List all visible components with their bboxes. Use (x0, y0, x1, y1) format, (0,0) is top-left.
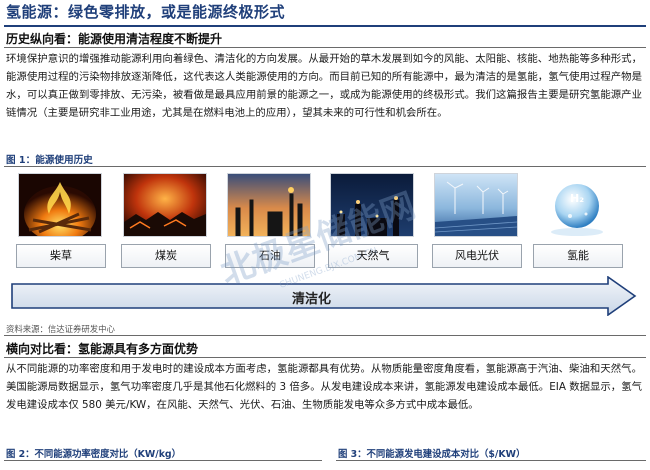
title-rule (4, 25, 646, 27)
watermark-logo: 北极星储能网 CHUNENG.BJX.COM.CN (215, 186, 420, 293)
figure2-rule (4, 460, 322, 461)
section1-heading: 历史纵向看：能源使用清洁程度不断提升 (6, 32, 223, 46)
section2-paragraph: 从不同能源的功率密度和用于发电时的建设成本方面考虑，氢能源都具有优势。从物质能量… (6, 363, 642, 411)
hydrogen-image: H₂ (536, 174, 618, 236)
source-rule (4, 335, 646, 336)
firewood-image (19, 174, 101, 236)
figure1-caption: 图 1：能源使用历史 (6, 155, 93, 166)
stage-label-wind-solar: 风电光伏 (432, 244, 522, 268)
section1-rule (4, 47, 646, 48)
h2-formula: H₂ (570, 192, 584, 205)
figure3-caption: 图 3：不同能源发电建设成本对比（$/KW） (338, 449, 526, 460)
section2-heading: 横向对比看：氢能源具有多方面优势 (6, 342, 199, 356)
wind-solar-image (435, 174, 517, 236)
figure1-rule (4, 166, 646, 167)
stage-label-firewood: 柴草 (16, 244, 106, 268)
page-title: 氢能源：绿色零排放，或是能源终极形式 (6, 3, 286, 21)
figure3-rule (336, 460, 646, 461)
stage-label-coal: 煤炭 (121, 244, 211, 268)
section1-paragraph: 环境保护意识的增强推动能源利用向着绿色、清洁化的方向发展。从最开始的草木发展到如… (6, 53, 642, 119)
figure2-caption: 图 2：不同能源功率密度对比（KW/kg） (6, 449, 182, 460)
section2-rule (4, 357, 646, 358)
coal-image (124, 174, 206, 236)
figure1-source: 资料来源：信达证券研发中心 (6, 324, 115, 334)
stage-label-hydrogen: 氢能 (533, 244, 623, 268)
